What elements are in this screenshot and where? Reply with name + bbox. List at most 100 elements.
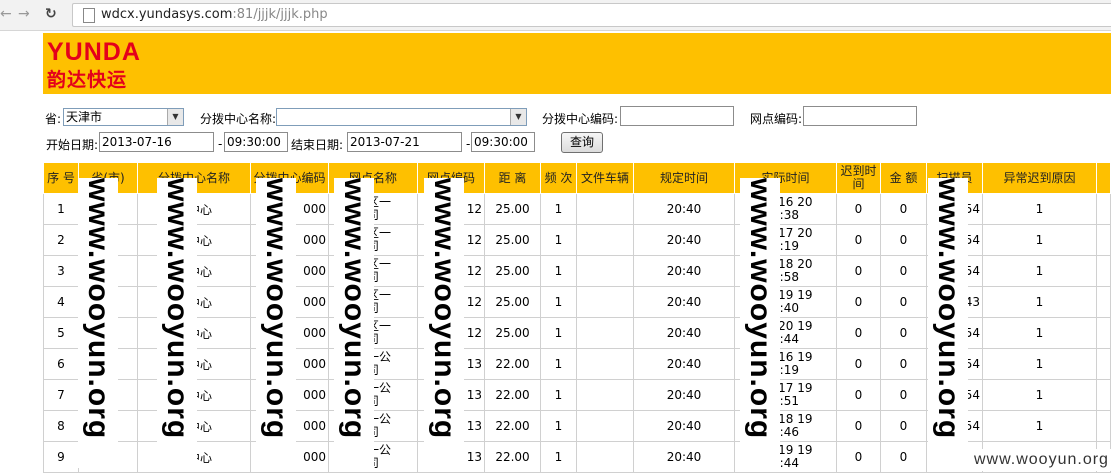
cell-freq: 1 (540, 224, 577, 256)
province-label: 省: (45, 112, 62, 126)
cell-late: 0 (836, 286, 881, 318)
cell-amt: 0 (880, 410, 927, 442)
center-code-label: 分拨中心编码: (542, 112, 619, 126)
center-code-input[interactable] (620, 106, 734, 126)
cell-dist: 22.00 (484, 410, 541, 442)
cell-amt: 0 (880, 317, 927, 349)
col-header: 规定时间 (633, 162, 735, 194)
col-header-spacer (1096, 162, 1111, 194)
browser-toolbar: ← → ↻ wdcx.yundasys.com:81/jjjk/jjjk.php (0, 0, 1111, 31)
end-date-input[interactable]: 2013-07-21 (347, 132, 462, 152)
start-date-input[interactable]: 2013-07-16 (99, 132, 214, 152)
cell-reason: 1 (982, 255, 1097, 287)
cell-no: 9 (43, 441, 79, 473)
cell-no: 3 (43, 255, 79, 287)
cell-spacer (1096, 193, 1111, 225)
cell-freq: 1 (540, 441, 577, 473)
cell-freq: 1 (540, 286, 577, 318)
cell-late: 0 (836, 379, 881, 411)
start-time-input[interactable]: 09:30:00 (224, 132, 288, 152)
cell-freq: 1 (540, 348, 577, 380)
logo-english: YUNDA (47, 38, 141, 66)
forward-arrow-icon[interactable]: → (18, 6, 30, 22)
col-header: 异常迟到原因 (982, 162, 1097, 194)
cell-reason: 1 (982, 193, 1097, 225)
cell-truck (576, 255, 634, 287)
col-header: 序 号 (43, 162, 79, 194)
watermark-strip: www.wooyun.org (256, 178, 296, 468)
cell-amt: 0 (880, 441, 927, 473)
cell-truck (576, 410, 634, 442)
cell-no: 2 (43, 224, 79, 256)
back-arrow-icon[interactable]: ← (0, 6, 12, 22)
col-header: 金 额 (880, 162, 927, 194)
chevron-down-icon: ▼ (167, 109, 183, 125)
reload-icon[interactable]: ↻ (45, 6, 57, 22)
province-select-value: 天津市 (66, 110, 103, 124)
cell-spacer (1096, 224, 1111, 256)
col-header: 迟到时间 (836, 162, 881, 194)
cell-freq: 1 (540, 379, 577, 411)
watermark-strip: www.wooyun.org (334, 178, 374, 468)
cell-reason: 1 (982, 317, 1097, 349)
cell-late: 0 (836, 193, 881, 225)
address-bar[interactable]: wdcx.yundasys.com:81/jjjk/jjjk.php (72, 3, 1111, 27)
cell-plan: 20:40 (633, 224, 735, 256)
cell-dist: 25.00 (484, 317, 541, 349)
watermark-strip: www.wooyun.org (78, 178, 118, 468)
query-button[interactable]: 查询 (561, 132, 603, 153)
cell-late: 0 (836, 441, 881, 473)
watermark-strip: www.wooyun.org (424, 178, 464, 468)
cell-freq: 1 (540, 193, 577, 225)
cell-dist: 22.00 (484, 379, 541, 411)
cell-reason: 1 (982, 348, 1097, 380)
cell-late: 0 (836, 255, 881, 287)
cell-reason: 1 (982, 224, 1097, 256)
cell-plan: 20:40 (633, 348, 735, 380)
cell-amt: 0 (880, 193, 927, 225)
cell-truck (576, 317, 634, 349)
cell-truck (576, 441, 634, 473)
cell-no: 1 (43, 193, 79, 225)
page-icon (83, 8, 95, 23)
col-header: 距 离 (484, 162, 541, 194)
center-name-select[interactable]: ▼ (276, 108, 527, 126)
logo-chinese: 韵达快运 (47, 69, 128, 91)
cell-no: 8 (43, 410, 79, 442)
cell-truck (576, 286, 634, 318)
cell-plan: 20:40 (633, 379, 735, 411)
cell-freq: 1 (540, 317, 577, 349)
end-date-label: 结束日期: (291, 138, 344, 152)
cell-amt: 0 (880, 379, 927, 411)
cell-plan: 20:40 (633, 317, 735, 349)
start-date-label: 开始日期: (46, 138, 99, 152)
cell-late: 0 (836, 410, 881, 442)
cell-reason: 1 (982, 410, 1097, 442)
watermark-strip: www.wooyun.org (157, 178, 197, 468)
site-header: YUNDA 韵达快运 (43, 33, 1111, 94)
cell-plan: 20:40 (633, 255, 735, 287)
cell-amt: 0 (880, 224, 927, 256)
cell-freq: 1 (540, 255, 577, 287)
cell-spacer (1096, 255, 1111, 287)
cell-plan: 20:40 (633, 286, 735, 318)
cell-spacer (1096, 410, 1111, 442)
cell-dist: 25.00 (484, 255, 541, 287)
cell-truck (576, 193, 634, 225)
cell-reason: 1 (982, 286, 1097, 318)
col-header: 文件车辆 (576, 162, 634, 194)
cell-amt: 0 (880, 348, 927, 380)
cell-late: 0 (836, 348, 881, 380)
col-header: 频 次 (540, 162, 577, 194)
end-time-input[interactable]: 09:30:00 (471, 132, 535, 152)
cell-dist: 22.00 (484, 441, 541, 473)
cell-no: 4 (43, 286, 79, 318)
address-text: wdcx.yundasys.com:81/jjjk/jjjk.php (101, 7, 328, 22)
cell-dist: 25.00 (484, 286, 541, 318)
dash-separator: - (466, 137, 471, 151)
outlet-code-input[interactable] (803, 106, 917, 126)
cell-plan: 20:40 (633, 193, 735, 225)
cell-dist: 25.00 (484, 224, 541, 256)
cell-truck (576, 224, 634, 256)
province-select[interactable]: 天津市 ▼ (63, 108, 184, 126)
